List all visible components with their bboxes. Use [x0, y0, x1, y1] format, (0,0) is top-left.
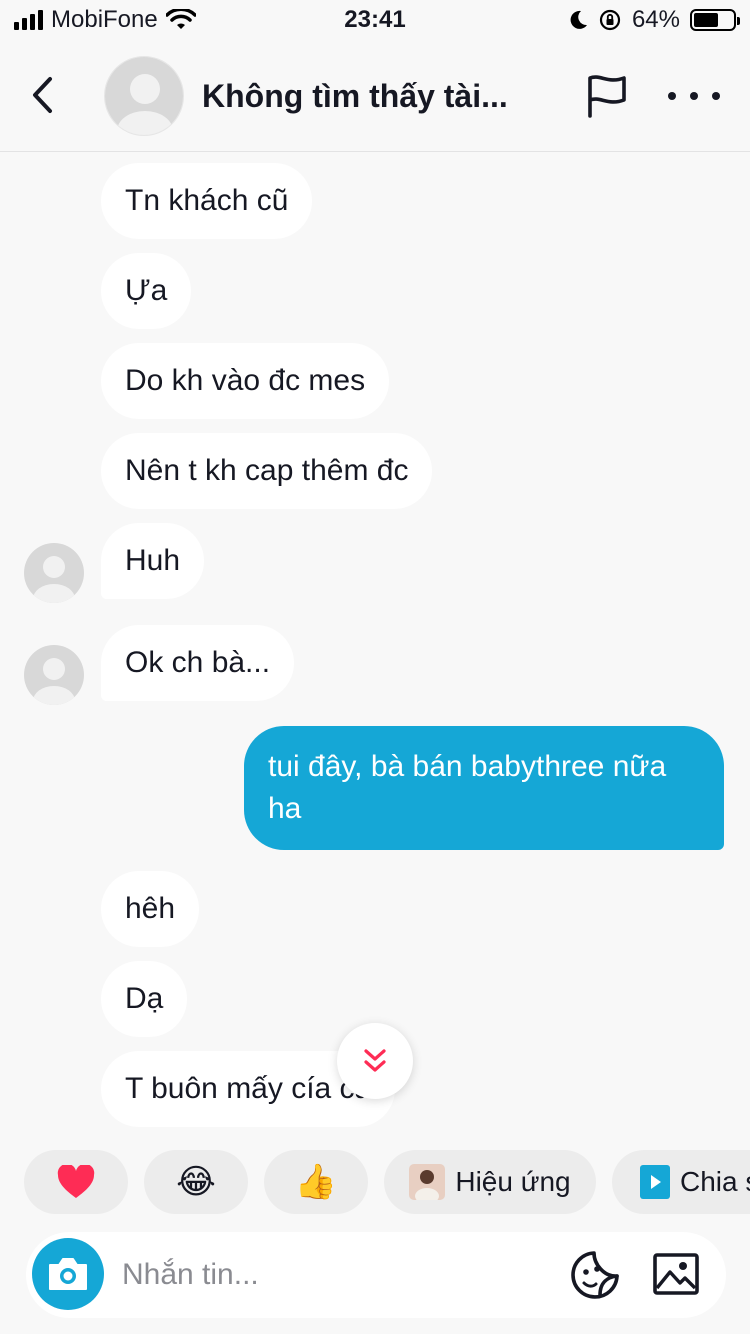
battery-fill	[694, 13, 719, 27]
flag-icon	[588, 75, 626, 118]
more-dot-icon	[690, 92, 698, 100]
more-dot-icon	[668, 92, 676, 100]
contact-avatar[interactable]	[104, 56, 184, 136]
message-bubble[interactable]: Dạ	[101, 961, 188, 1037]
thumbs-up-icon: 👍	[294, 1163, 338, 1201]
message-bubble[interactable]: Huh	[101, 523, 205, 599]
laughing-emoji-icon: 😂	[176, 1163, 216, 1201]
own-message-bubble[interactable]: tui đây, bà bán babythree nữa ha	[244, 726, 724, 850]
battery-icon	[690, 9, 740, 31]
effect-thumbnail	[409, 1164, 446, 1200]
message-row: Nên t kh cap thêm đc	[101, 433, 433, 509]
message-row: hêh	[101, 871, 200, 947]
image-icon	[653, 1253, 699, 1295]
heart-icon	[57, 1165, 95, 1198]
message-row: Ựa	[101, 253, 192, 329]
report-button[interactable]	[582, 72, 630, 120]
message-row: Huh	[101, 523, 205, 599]
more-dot-icon	[712, 92, 720, 100]
effects-button[interactable]: Hiệu ứng	[384, 1150, 596, 1214]
quick-reaction-laugh[interactable]: 😂	[144, 1150, 248, 1214]
message-row: Tn khách cũ	[101, 163, 313, 239]
scroll-to-bottom-button[interactable]	[337, 1023, 413, 1099]
effects-label: Hiệu ứng	[455, 1166, 571, 1197]
more-options-button[interactable]	[668, 78, 720, 114]
status-bar: MobiFone 23:41 64%	[0, 0, 750, 40]
photo-gallery-button[interactable]	[652, 1250, 700, 1298]
message-row: Ok ch bà...	[101, 625, 295, 701]
message-bubble[interactable]: Tn khách cũ	[101, 163, 313, 239]
share-icon	[640, 1165, 670, 1199]
message-list[interactable]: Tn khách cũ Ựa Do kh vào đc mes Nên t kh…	[0, 153, 750, 1128]
quick-reaction-thumbs-up[interactable]: 👍	[264, 1150, 368, 1214]
message-bubble[interactable]: hêh	[101, 871, 200, 947]
status-bar-right: 64%	[568, 6, 740, 34]
message-row: Dạ	[101, 961, 188, 1037]
contact-name[interactable]: Không tìm thấy tài...	[202, 78, 508, 115]
double-chevron-down-icon	[364, 1049, 386, 1072]
message-row: Do kh vào đc mes	[101, 343, 390, 419]
message-composer	[26, 1232, 726, 1318]
orientation-lock-icon	[599, 9, 621, 31]
chevron-left-icon	[33, 77, 52, 113]
default-avatar-icon	[24, 543, 84, 603]
sticker-button[interactable]	[570, 1250, 620, 1300]
sender-avatar[interactable]	[24, 645, 84, 705]
back-button[interactable]	[24, 70, 64, 120]
default-avatar-icon	[24, 645, 84, 705]
message-bubble[interactable]: Ựa	[101, 253, 192, 329]
quick-reaction-bar: 😂 👍 Hiệu ứng Chia s	[0, 1150, 750, 1214]
sticker-icon	[571, 1251, 619, 1299]
message-row-own: tui đây, bà bán babythree nữa ha	[244, 726, 724, 850]
message-bubble[interactable]: Nên t kh cap thêm đc	[101, 433, 433, 509]
sender-avatar[interactable]	[24, 543, 84, 603]
message-bubble[interactable]: Ok ch bà...	[101, 625, 295, 701]
share-label: Chia s	[680, 1166, 750, 1197]
share-button[interactable]: Chia s	[612, 1150, 750, 1214]
battery-percentage: 64%	[631, 6, 680, 33]
message-input[interactable]	[122, 1252, 542, 1298]
chat-header: Không tìm thấy tài...	[0, 40, 750, 152]
default-avatar-icon	[105, 57, 183, 135]
quick-reaction-heart[interactable]	[24, 1150, 128, 1214]
camera-button[interactable]	[32, 1238, 104, 1310]
moon-icon	[570, 10, 587, 29]
camera-icon	[49, 1258, 87, 1290]
message-bubble[interactable]: Do kh vào đc mes	[101, 343, 390, 419]
